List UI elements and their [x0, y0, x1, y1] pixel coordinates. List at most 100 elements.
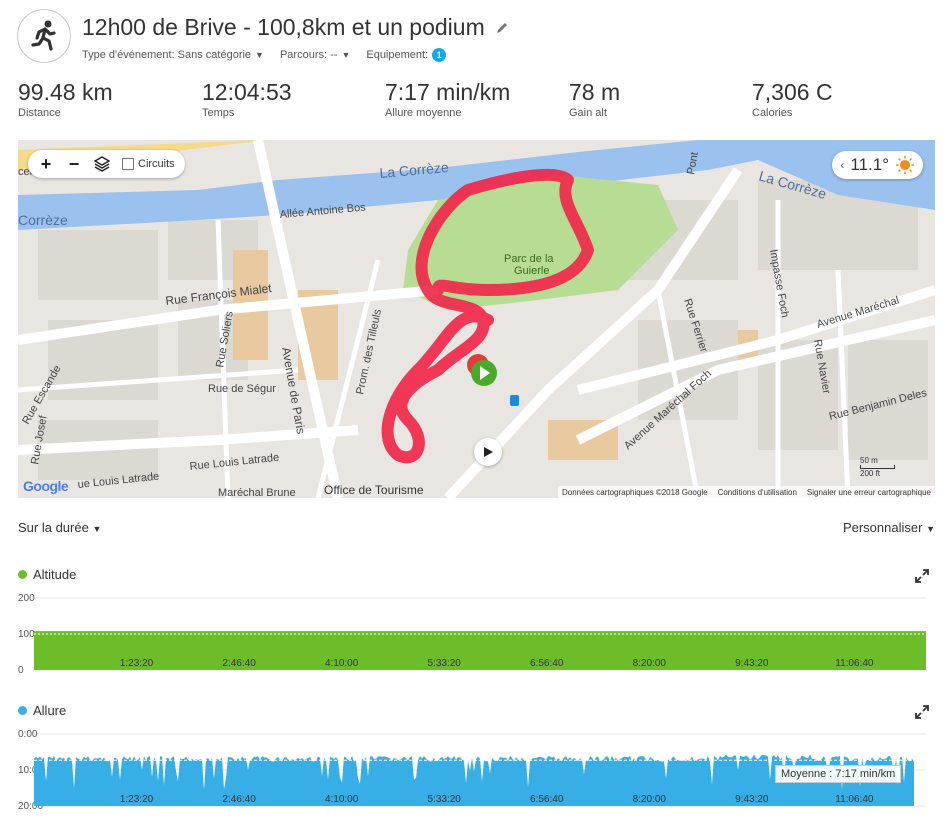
terms-link[interactable]: Conditions d'utilisation: [718, 488, 797, 497]
park-label: Parc de la: [504, 253, 554, 265]
x-tick-label: 4:10:00: [325, 658, 359, 669]
x-tick-label: 6:56:40: [530, 794, 564, 805]
gear-label: Equipement:: [366, 49, 429, 61]
y-tick-label: 0:00: [18, 729, 38, 740]
x-tick-label: 1:23:20: [120, 658, 154, 669]
stat-value: 12:04:53: [202, 79, 292, 105]
y-tick-label: 100: [18, 629, 35, 640]
activity-title[interactable]: 12h00 de Brive - 100,8km et un podium: [82, 14, 485, 41]
x-tick-label: 1:23:20: [120, 794, 154, 805]
replay-button[interactable]: [474, 438, 502, 466]
range-dropdown[interactable]: Sur la durée ▼: [18, 520, 101, 535]
altitude-legend-dot: [18, 570, 27, 579]
chevron-left-icon[interactable]: ‹: [840, 158, 844, 172]
street-label: Corrèze: [18, 212, 68, 228]
pencil-icon[interactable]: [495, 21, 509, 35]
stat-value: 7,306 C: [752, 79, 833, 105]
caret-down-icon: ▼: [92, 524, 102, 534]
pace-average-tooltip: Moyenne : 7:17 min/km: [775, 765, 902, 783]
x-tick-label: 8:20:00: [633, 658, 667, 669]
activity-type-icon: [17, 9, 71, 63]
activity-meta: Type d'événement: Sans catégorie ▼ Parco…: [82, 48, 447, 62]
circuits-label: Circuits: [138, 158, 175, 170]
x-tick-label: 5:33:20: [427, 658, 461, 669]
x-tick-label: 9:43:20: [735, 658, 769, 669]
activity-page: 12h00 de Brive - 100,8km et un podium Ty…: [0, 0, 951, 829]
event-type-label: Type d'événement: Sans catégorie: [82, 49, 252, 61]
pace-label: Allure: [33, 703, 67, 718]
google-logo: Google: [23, 478, 69, 494]
x-tick-label: 11:06:40: [835, 658, 874, 669]
altitude-chart[interactable]: 200 100 0 1:23:20 2:46:40 4:10:00 5:33:20 6:56:…: [18, 590, 928, 674]
caret-down-icon: ▼: [341, 50, 351, 60]
report-error-link[interactable]: Signaler une erreur cartographique: [807, 488, 931, 497]
customize-label: Personnaliser: [842, 520, 923, 535]
circuits-checkbox[interactable]: [122, 158, 134, 170]
stat-label: Temps: [202, 107, 235, 119]
stat-time: 12:04:53 Temps: [202, 78, 372, 120]
x-tick-label: 6:56:40: [530, 658, 564, 669]
x-tick-label: 8:20:00: [633, 794, 667, 805]
scale-metric: 50 m: [860, 456, 878, 465]
expand-icon[interactable]: [915, 705, 929, 719]
stat-value: 78 m: [569, 79, 621, 105]
gear-selector[interactable]: Equipement: 1: [366, 48, 447, 62]
pace-legend-dot: [18, 706, 27, 715]
zoom-in-button[interactable]: +: [34, 152, 58, 176]
stat-label: Gain alt: [569, 107, 607, 119]
street-label: Office de Tourisme: [324, 483, 424, 497]
altitude-area: [34, 631, 926, 670]
stat-distance: 99.48 km Distance: [18, 78, 188, 120]
x-tick-label: 2:46:40: [222, 658, 256, 669]
customize-dropdown[interactable]: Personnaliser ▼: [843, 520, 935, 535]
map-data-credit: Données cartographiques ©2018 Google: [562, 487, 708, 497]
gear-count-badge: 1: [432, 48, 447, 62]
stat-label: Allure moyenne: [385, 107, 462, 119]
layers-button[interactable]: [90, 152, 114, 176]
street-label: Rue de Ségur: [208, 383, 276, 395]
runner-icon: [31, 20, 56, 51]
course-label: Parcours: --: [279, 49, 338, 61]
layers-icon: [94, 156, 110, 172]
circuits-toggle[interactable]: Circuits: [122, 158, 179, 170]
stat-pace: 7:17 min/km Allure moyenne: [385, 78, 555, 120]
scale-imperial: 200 ft: [860, 469, 881, 478]
altitude-title: Altitude: [18, 567, 76, 582]
caret-down-icon: ▼: [926, 524, 935, 534]
title-row: 12h00 de Brive - 100,8km et un podium: [82, 14, 509, 41]
charts-header: Sur la durée ▼ Personnaliser ▼: [18, 520, 935, 538]
caret-down-icon: ▼: [255, 50, 264, 60]
stat-label: Calories: [752, 107, 793, 119]
x-tick-label: 2:46:40: [222, 794, 256, 805]
route-map[interactable]: La Corrèze La Corrèze Corrèze Allée Anto…: [18, 140, 935, 498]
pace-title: Allure: [18, 703, 66, 718]
range-label: Sur la durée: [18, 520, 89, 535]
weather-widget[interactable]: ‹ 11.1°: [832, 151, 923, 179]
expand-icon[interactable]: [915, 569, 929, 583]
x-tick-label: 5:33:20: [427, 794, 461, 805]
altitude-label: Altitude: [33, 567, 77, 582]
weather-temp: 11.1°: [850, 155, 889, 174]
sun-icon: [896, 156, 914, 174]
event-type-dropdown[interactable]: Type d'événement: Sans catégorie ▼: [82, 48, 264, 62]
stat-value: 7:17 min/km: [385, 79, 511, 105]
stat-calories: 7,306 C Calories: [752, 78, 922, 120]
park-label: Guierle: [514, 265, 549, 277]
street-label: Maréchal Brune: [218, 487, 296, 498]
y-tick-label: 200: [18, 593, 35, 604]
zoom-out-button[interactable]: −: [62, 152, 86, 176]
y-tick-label: 0: [18, 665, 24, 674]
map-attribution: Données cartographiques ©2018 Google Con…: [558, 486, 935, 498]
map-controls: + − Circuits: [28, 150, 185, 178]
stats-row: 99.48 km Distance 12:04:53 Temps 7:17 mi…: [18, 78, 938, 124]
x-tick-label: 4:10:00: [325, 794, 359, 805]
stat-label: Distance: [18, 107, 61, 119]
stat-value: 99.48 km: [18, 79, 113, 105]
play-icon: [484, 447, 493, 457]
x-tick-label: 9:43:20: [735, 794, 769, 805]
map-scale: 50 m 200 ft: [860, 456, 895, 478]
course-dropdown[interactable]: Parcours: -- ▼: [280, 48, 350, 62]
stat-elevation-gain: 78 m Gain alt: [569, 78, 739, 120]
x-tick-label: 11:06:40: [835, 794, 874, 805]
bus-stop-icon: [510, 395, 519, 406]
